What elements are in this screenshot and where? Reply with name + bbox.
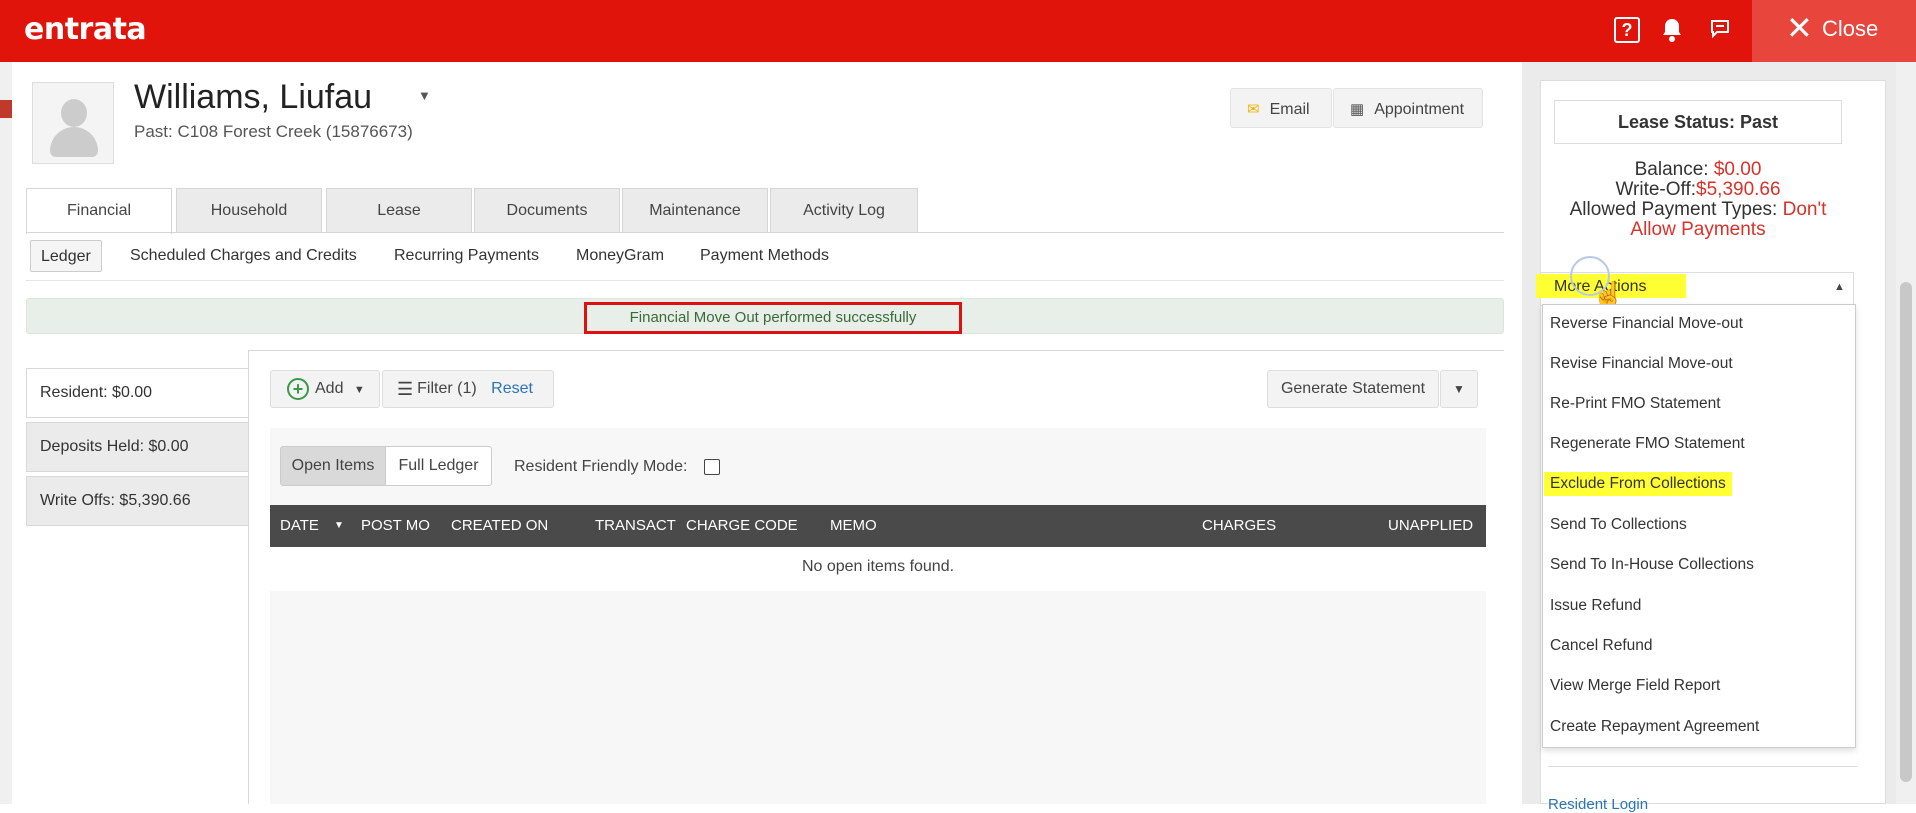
menu-item-repayment-agreement[interactable]: Create Repayment Agreement xyxy=(1550,715,1759,739)
col-unapplied[interactable]: UNAPPLIED xyxy=(1388,505,1473,547)
plus-icon: + xyxy=(287,377,309,400)
tab-maintenance[interactable]: Maintenance xyxy=(622,188,768,233)
lease-status: Lease Status: Past xyxy=(1554,100,1842,144)
reset-link[interactable]: Reset xyxy=(491,380,533,397)
payment-types-value-line2: Allow Payments xyxy=(1630,219,1766,240)
resident-login-link[interactable]: Resident Login xyxy=(1548,796,1648,813)
full-ledger-toggle[interactable]: Full Ledger xyxy=(386,446,492,486)
subtab-moneygram[interactable]: MoneyGram xyxy=(576,240,664,272)
menu-item-revise-fmo[interactable]: Revise Financial Move-out xyxy=(1550,352,1733,376)
close-button[interactable]: ✕ Close xyxy=(1752,0,1916,62)
filter-label: Filter (1) xyxy=(417,380,477,398)
summary-resident[interactable]: Resident: $0.00 xyxy=(26,368,250,418)
left-edge xyxy=(0,62,12,804)
add-label: Add xyxy=(315,380,344,397)
menu-item-send-collections[interactable]: Send To Collections xyxy=(1550,513,1687,537)
generate-statement-button[interactable]: Generate Statement xyxy=(1267,370,1439,408)
filter-button[interactable]: ☰ Filter (1) Reset xyxy=(382,370,554,408)
chat-icon[interactable] xyxy=(1706,17,1734,45)
email-label: Email xyxy=(1269,101,1310,118)
subtab-scheduled-charges[interactable]: Scheduled Charges and Credits xyxy=(130,240,357,272)
tab-activity-log[interactable]: Activity Log xyxy=(770,188,918,233)
empty-table-message: No open items found. xyxy=(801,558,955,575)
chevron-down-icon: ▼ xyxy=(353,384,365,396)
success-alert-text: Financial Move Out performed successfull… xyxy=(584,302,962,334)
subtab-ledger[interactable]: Ledger xyxy=(30,240,102,272)
writeoff-label: Write-Off: xyxy=(1615,179,1697,200)
menu-item-send-in-house[interactable]: Send To In-House Collections xyxy=(1550,553,1754,577)
left-edge-accent xyxy=(0,100,12,118)
subtabs-divider xyxy=(26,280,1504,281)
scrollbar[interactable] xyxy=(1896,62,1916,804)
sort-desc-icon[interactable]: ▼ xyxy=(334,505,344,547)
balance-block: Balance: $0.00 Write-Off:$5,390.66 Allow… xyxy=(1554,160,1842,240)
menu-item-merge-field-report[interactable]: View Merge Field Report xyxy=(1550,674,1720,698)
resident-friendly-checkbox[interactable] xyxy=(704,459,720,475)
avatar-body-icon xyxy=(50,127,98,157)
name-dropdown-icon[interactable]: ▼ xyxy=(418,88,431,103)
menu-item-reverse-fmo[interactable]: Reverse Financial Move-out xyxy=(1550,312,1743,336)
subtab-recurring-payments[interactable]: Recurring Payments xyxy=(394,240,539,272)
col-charges[interactable]: CHARGES xyxy=(1202,505,1276,547)
resident-friendly-label: Resident Friendly Mode: xyxy=(514,458,688,475)
resident-subtitle: Past: C108 Forest Creek (15876673) xyxy=(134,122,413,141)
menu-item-issue-refund[interactable]: Issue Refund xyxy=(1550,594,1641,618)
entrata-logo[interactable]: entrata xyxy=(24,12,147,47)
avatar[interactable] xyxy=(32,82,114,164)
subtab-payment-methods[interactable]: Payment Methods xyxy=(700,240,829,272)
right-divider xyxy=(1548,766,1858,767)
close-label: Close xyxy=(1822,16,1879,41)
help-icon[interactable]: ? xyxy=(1614,17,1640,43)
top-bar: entrata ? ✕ Close xyxy=(0,0,1916,62)
col-memo[interactable]: MEMO xyxy=(830,505,877,547)
col-charge-code[interactable]: CHARGE CODE xyxy=(686,505,798,547)
tab-lease[interactable]: Lease xyxy=(326,188,472,233)
col-transaction[interactable]: TRANSACT xyxy=(595,505,676,547)
bell-icon[interactable] xyxy=(1658,17,1686,49)
tab-financial[interactable]: Financial xyxy=(26,188,172,234)
menu-item-regenerate-fmo[interactable]: Regenerate FMO Statement xyxy=(1550,432,1745,456)
envelope-icon: ✉ xyxy=(1247,101,1260,118)
payment-types-label: Allowed Payment Types: xyxy=(1569,199,1783,220)
balance-label: Balance: xyxy=(1634,159,1714,180)
avatar-head-icon xyxy=(61,99,87,127)
col-created-on[interactable]: CREATED ON xyxy=(451,505,548,547)
menu-item-cancel-refund[interactable]: Cancel Refund xyxy=(1550,634,1653,658)
tab-documents[interactable]: Documents xyxy=(474,188,620,233)
resident-name: Williams, Liufau xyxy=(134,78,373,116)
open-items-toggle[interactable]: Open Items xyxy=(280,446,386,486)
col-post-month[interactable]: POST MO xyxy=(361,505,430,547)
appointment-label: Appointment xyxy=(1374,101,1465,118)
generate-statement-dropdown[interactable]: ▼ xyxy=(1440,370,1478,408)
close-icon: ✕ xyxy=(1786,10,1813,46)
summary-write-offs[interactable]: Write Offs: $5,390.66 xyxy=(26,476,250,526)
scrollbar-thumb[interactable] xyxy=(1900,282,1912,782)
writeoff-value: $5,390.66 xyxy=(1696,179,1781,200)
calendar-icon: ▦ xyxy=(1350,101,1365,118)
tabs-divider xyxy=(26,232,1504,233)
summary-deposits[interactable]: Deposits Held: $0.00 xyxy=(26,422,250,472)
filter-icon: ☰ xyxy=(397,379,414,399)
col-date[interactable]: DATE xyxy=(280,505,319,547)
balance-value: $0.00 xyxy=(1713,159,1762,180)
chevron-up-icon: ▲ xyxy=(1834,281,1845,293)
tab-household[interactable]: Household xyxy=(176,188,322,233)
appointment-button[interactable]: ▦ Appointment xyxy=(1333,88,1483,128)
email-button[interactable]: ✉ Email xyxy=(1230,88,1332,128)
add-button[interactable]: + Add ▼ xyxy=(270,370,380,408)
payment-types-value: Don't xyxy=(1782,199,1827,220)
menu-item-reprint-fmo[interactable]: Re-Print FMO Statement xyxy=(1550,392,1721,416)
menu-item-exclude-collections[interactable]: Exclude From Collections xyxy=(1544,472,1732,496)
